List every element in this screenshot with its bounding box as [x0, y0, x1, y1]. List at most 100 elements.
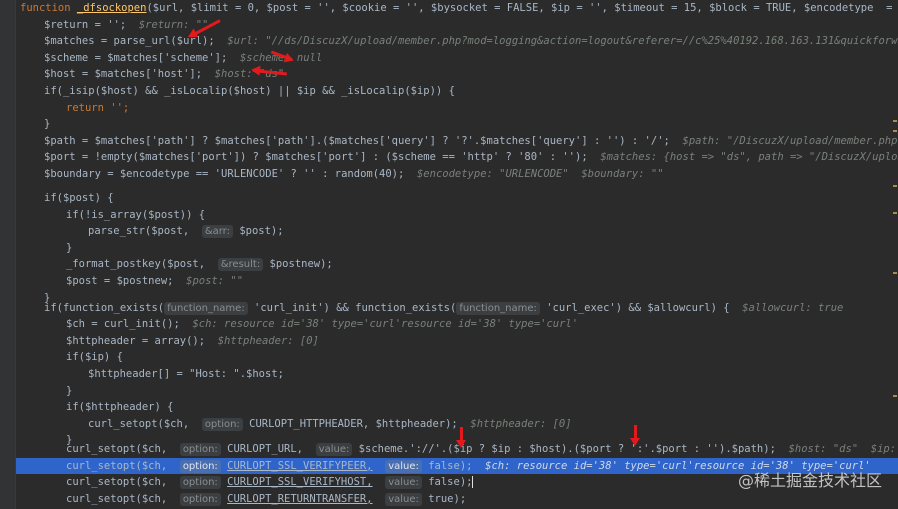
code-text: false); [428, 476, 473, 489]
code-text: } [44, 118, 51, 131]
code-text: $ch = curl_init(); [66, 318, 180, 331]
code-line-16[interactable]: } [66, 240, 898, 257]
code-line-29[interactable]: curl_setopt($ch, option: CURLOPT_URL, va… [66, 441, 898, 458]
code-line-17[interactable]: _format_postkey($post, &result: $postnew… [66, 256, 898, 273]
code-text: true); [428, 492, 467, 505]
code-text: if(!is_array($post)) { [66, 208, 206, 221]
code-line-20[interactable]: if(function_exists(function_name: 'curl_… [44, 300, 898, 317]
code-editor[interactable]: function _dfsockopen($url, $limit = 0, $… [0, 0, 898, 509]
code-text: if(_isip($host) && _isLocalip($host) || … [44, 85, 455, 97]
code-text: _format_postkey($post, [66, 258, 206, 271]
code-line-25[interactable]: } [66, 383, 898, 400]
debug-value: $httpheader: [0] [470, 417, 572, 430]
debug-value: $encodetype: "URLENCODE" $boundary: "" [416, 168, 664, 180]
debug-value: $post: "" [186, 275, 244, 287]
code-text: $httpheader[] = "Host: ".$host; [88, 368, 284, 380]
code-text: curl_setopt($ch, [66, 492, 168, 505]
code-line-14[interactable]: if(!is_array($post)) { [66, 207, 898, 224]
code-text: 'curl_init') && function_exists( [254, 301, 457, 314]
code-line-22[interactable]: $httpheader = array(); $httpheader: [0] [66, 333, 898, 350]
code-line-13[interactable]: if($post) { [44, 190, 898, 207]
annotation-arrow-down-icon [630, 425, 640, 446]
code-line-26[interactable]: if($httpheader) { [66, 399, 898, 416]
code-text: if($ip) { [66, 351, 123, 364]
debug-value: $path: "/DiscuzX/upload/member.php?mod=l… [682, 134, 898, 147]
code-text: CURLOPT_SSL_VERIFYHOST, [227, 476, 373, 489]
code-text: if(function_exists( [44, 301, 165, 314]
code-text: curl_setopt($ch, [66, 459, 168, 472]
code-line-4[interactable]: $scheme = $matches['scheme']; $scheme: n… [44, 50, 898, 67]
debug-value: $host: "ds" $ip: "" $path: "/DiscuzX/u [788, 443, 897, 455]
code-text: return ''; [66, 101, 130, 114]
code-text: $httpheader = array(); [66, 334, 206, 347]
code-text: curl_setopt($ch, [88, 417, 190, 430]
parameter-hint: option: [179, 492, 221, 506]
code-text: parse_str($post, [88, 225, 190, 238]
code-line-18[interactable]: $post = $postnew; $post: "" [66, 273, 898, 290]
parameter-hint: value: [385, 476, 422, 490]
code-text: curl_setopt($ch, [66, 443, 168, 455]
annotation-arrow-down-icon [456, 427, 466, 448]
code-line-9[interactable]: $path = $matches['path'] ? $matches['pat… [44, 133, 898, 150]
code-line-8[interactable]: } [44, 116, 898, 133]
code-text: CURLOPT_URL, [227, 443, 303, 455]
parameter-hint: option: [179, 443, 221, 456]
code-text: $boundary = $encodetype == 'URLENCODE' ?… [44, 168, 405, 180]
code-text: $postnew); [269, 258, 333, 271]
parameter-hint: option: [179, 459, 221, 473]
code-line-5[interactable]: $host = $matches['host']; $host: "ds" [44, 66, 898, 83]
code-text: if($httpheader) { [66, 401, 174, 414]
code-text: $port = !empty($matches['port']) ? $matc… [44, 151, 588, 164]
editor-gutter[interactable] [0, 0, 16, 509]
code-line-24[interactable]: $httpheader[] = "Host: ".$host; [88, 366, 898, 383]
code-text: $scheme.'://'.($ip ? $ip : $host).($port… [358, 443, 776, 455]
code-text: CURLOPT_RETURNTRANSFER, [227, 492, 373, 505]
code-text: false); [428, 459, 473, 472]
code-line-6[interactable]: if(_isip($host) && _isLocalip($host) || … [44, 83, 898, 100]
code-text: $post = $postnew; [66, 275, 174, 287]
debug-value: $allowcurl: true [742, 301, 844, 314]
parameter-hint: option: [179, 476, 221, 490]
code-line-1[interactable]: function _dfsockopen($url, $limit = 0, $… [20, 0, 898, 17]
code-line-32[interactable]: curl_setopt($ch, option: CURLOPT_RETURNT… [66, 491, 898, 508]
code-text: if($post) { [44, 192, 114, 204]
code-text: $host = $matches['host']; [44, 68, 203, 81]
code-line-3[interactable]: $matches = parse_url($url); $url: "//ds/… [44, 33, 898, 50]
code-line-2[interactable]: $return = ''; $return: "" [44, 17, 898, 34]
code-line-23[interactable]: if($ip) { [66, 349, 898, 366]
code-line-10[interactable]: $port = !empty($matches['port']) ? $matc… [44, 149, 898, 166]
code-text: CURLOPT_HTTPHEADER, $httpheader); [249, 417, 458, 430]
code-text: $path = $matches['path'] ? $matches['pat… [44, 134, 670, 147]
debug-value: $return: "" [138, 18, 209, 31]
parameter-hint: function_name: [164, 301, 248, 315]
code-line-15[interactable]: parse_str($post, &arr: $post); [88, 223, 898, 240]
function-keyword: function [20, 2, 71, 14]
text-caret [472, 476, 474, 489]
code-text: $scheme = $matches['scheme']; [44, 51, 228, 64]
code-line-11[interactable]: $boundary = $encodetype == 'URLENCODE' ?… [44, 166, 898, 183]
code-text: curl_setopt($ch, [66, 476, 168, 489]
code-text: } [66, 241, 73, 254]
parameter-hint: option: [201, 417, 243, 431]
debug-value: $ch: resource id='38' type='curl'resourc… [192, 318, 579, 331]
code-line-21[interactable]: $ch = curl_init(); $ch: resource id='38'… [66, 316, 898, 333]
watermark: @稀土掘金技术社区 [737, 471, 882, 490]
code-text: $return = ''; [44, 18, 127, 31]
debug-value: $httpheader: [0] [217, 334, 319, 347]
code-text: } [66, 384, 73, 397]
parameter-hint: value: [315, 443, 353, 456]
code-text: CURLOPT_SSL_VERIFYPEER, [227, 459, 373, 472]
parameter-hint: &result: [217, 258, 264, 272]
debug-value: $url: "//ds/DiscuzX/upload/member.php?mo… [227, 35, 898, 48]
function-signature: ($url, $limit = 0, $post = '', $cookie =… [146, 2, 893, 14]
debug-value: $matches: {host => "ds", path => "/Discu… [600, 151, 898, 164]
parameter-hint: &arr: [201, 225, 233, 239]
parameter-hint: function_name: [456, 301, 540, 315]
code-text: $post); [239, 225, 284, 238]
code-line-7[interactable]: return ''; [66, 100, 898, 117]
function-name: _dfsockopen [76, 2, 147, 14]
code-text: 'curl_exec') && $allowcurl) { [546, 301, 730, 314]
code-line-27[interactable]: curl_setopt($ch, option: CURLOPT_HTTPHEA… [88, 416, 898, 433]
parameter-hint: value: [385, 459, 422, 473]
parameter-hint: value: [385, 492, 422, 506]
